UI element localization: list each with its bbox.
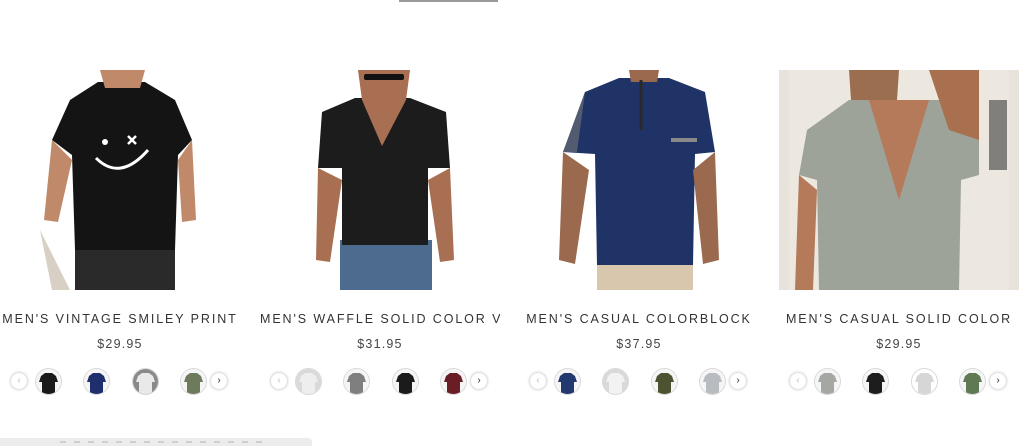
product-image[interactable] (779, 70, 1019, 290)
color-swatch[interactable] (651, 368, 678, 395)
product-title[interactable]: MEN'S CASUAL SOLID COLOR (779, 312, 1019, 326)
color-swatch-row: ‹ › (271, 367, 491, 395)
bottom-scroll-bar[interactable] (0, 438, 312, 446)
color-swatch[interactable] (959, 368, 986, 395)
color-swatch[interactable] (132, 368, 159, 395)
bottom-bar-placeholder (60, 441, 270, 443)
product-title[interactable]: MEN'S WAFFLE SOLID COLOR V (260, 312, 500, 326)
color-swatch[interactable] (83, 368, 110, 395)
chevron-left-icon[interactable]: ‹ (790, 373, 806, 389)
product-image[interactable] (260, 70, 500, 290)
product-card[interactable]: MEN'S VINTAGE SMILEY PRINT $29.95 ‹ › (0, 70, 240, 400)
color-swatch[interactable] (392, 368, 419, 395)
product-card[interactable]: MEN'S WAFFLE SOLID COLOR V $31.95 ‹ › (260, 70, 500, 400)
chevron-right-icon[interactable]: › (990, 373, 1006, 389)
product-price: $31.95 (357, 337, 403, 351)
product-price: $37.95 (616, 337, 662, 351)
product-price: $29.95 (876, 337, 922, 351)
product-card[interactable]: MEN'S CASUAL COLORBLOCK $37.95 ‹ › (519, 70, 759, 400)
color-swatch[interactable] (440, 368, 467, 395)
color-swatch[interactable] (343, 368, 370, 395)
color-swatch-row: ‹ › (790, 367, 1010, 395)
color-swatch[interactable] (180, 368, 207, 395)
product-price: $29.95 (97, 337, 143, 351)
color-swatch[interactable] (35, 368, 62, 395)
chevron-left-icon[interactable]: ‹ (271, 373, 287, 389)
chevron-left-icon[interactable]: ‹ (530, 373, 546, 389)
chevron-right-icon[interactable]: › (211, 373, 227, 389)
section-tab-underline (399, 0, 498, 2)
color-swatch[interactable] (911, 368, 938, 395)
chevron-left-icon[interactable]: ‹ (11, 373, 27, 389)
color-swatch[interactable] (814, 368, 841, 395)
product-title[interactable]: MEN'S CASUAL COLORBLOCK (519, 312, 759, 326)
color-swatch[interactable] (295, 368, 322, 395)
color-swatch-row: ‹ › (11, 367, 231, 395)
color-swatch[interactable] (699, 368, 726, 395)
color-swatch[interactable] (602, 368, 629, 395)
product-carousel: MEN'S VINTAGE SMILEY PRINT $29.95 ‹ › ME… (0, 70, 1024, 400)
product-title[interactable]: MEN'S VINTAGE SMILEY PRINT (0, 312, 240, 326)
color-swatch[interactable] (862, 368, 889, 395)
product-image[interactable] (519, 70, 759, 290)
color-swatch[interactable] (554, 368, 581, 395)
color-swatch-row: ‹ › (530, 367, 750, 395)
product-card[interactable]: MEN'S CASUAL SOLID COLOR $29.95 ‹ › (779, 70, 1019, 400)
chevron-right-icon[interactable]: › (730, 373, 746, 389)
product-image[interactable] (0, 70, 240, 290)
chevron-right-icon[interactable]: › (471, 373, 487, 389)
